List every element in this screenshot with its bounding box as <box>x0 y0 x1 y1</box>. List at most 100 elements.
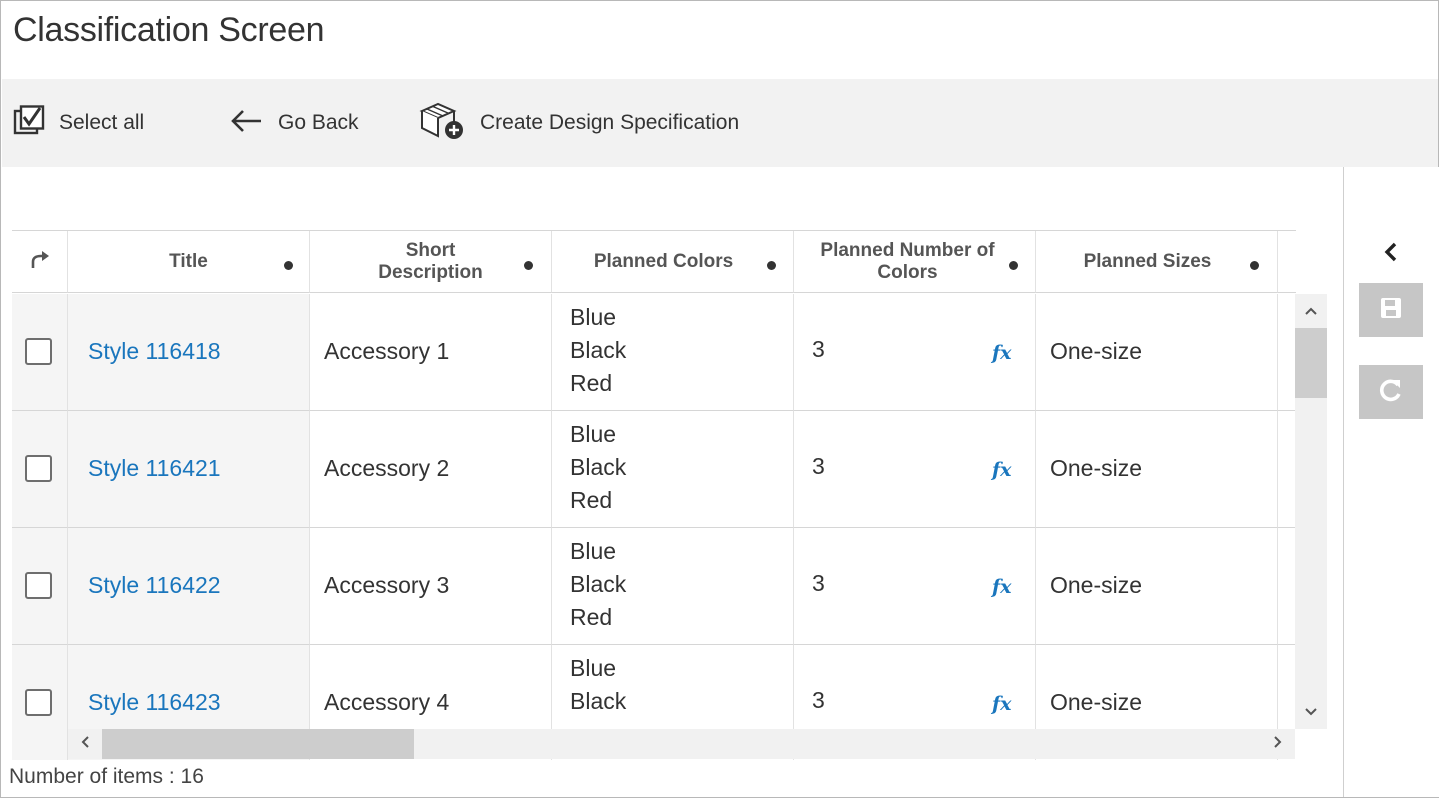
planned-sizes-cell[interactable]: One-size <box>1036 411 1278 528</box>
column-menu-dot-icon[interactable] <box>284 261 293 270</box>
style-link[interactable]: Style 116423 <box>88 689 221 716</box>
planned-number-of-colors-cell[interactable]: 3 fx <box>794 294 1036 411</box>
collapse-panel-button[interactable] <box>1376 239 1406 269</box>
title-cell: Style 116418 <box>68 294 310 411</box>
classification-screen-window: Classification Screen Select all Go Back <box>0 0 1439 798</box>
scroll-right-button[interactable] <box>1261 729 1295 759</box>
arrow-left-icon <box>230 108 264 139</box>
go-back-button[interactable]: Go Back <box>230 79 359 167</box>
horizontal-scroll-thumb[interactable] <box>102 729 414 759</box>
row-checkbox[interactable] <box>25 689 52 716</box>
column-header-planned-colors-label: Planned Colors <box>593 250 734 272</box>
column-menu-dot-icon[interactable] <box>1250 261 1259 270</box>
planned-sizes-value: One-size <box>1050 338 1143 364</box>
vertical-scrollbar[interactable] <box>1295 294 1327 729</box>
row-filler <box>1278 411 1296 528</box>
planned-number-of-colors-cell[interactable]: 3 fx <box>794 411 1036 528</box>
create-design-specification-button[interactable]: Create Design Specification <box>418 79 739 167</box>
scroll-down-button[interactable] <box>1295 695 1327 729</box>
row-select-cell <box>12 528 68 645</box>
short-description-cell[interactable]: Accessory 3 <box>310 528 552 645</box>
short-description-text: Accessory 3 <box>324 572 450 598</box>
style-link[interactable]: Style 116418 <box>88 338 221 365</box>
page-title: Classification Screen <box>13 11 325 49</box>
column-header-planned-number-of-colors-label: Planned Number of Colors <box>820 239 995 283</box>
column-header-short-description[interactable]: Short Description <box>310 231 552 293</box>
column-header-filler <box>1278 231 1296 293</box>
row-checkbox[interactable] <box>25 572 52 599</box>
chevron-right-icon <box>1274 735 1282 753</box>
style-link[interactable]: Style 116422 <box>88 572 221 599</box>
short-description-text: Accessory 1 <box>324 338 450 364</box>
refresh-button[interactable] <box>1359 365 1423 419</box>
column-header-short-description-label: Short Description <box>378 239 483 283</box>
row-select-cell <box>12 645 68 760</box>
column-menu-dot-icon[interactable] <box>524 261 533 270</box>
planned-colors-cell[interactable]: Blue Black Red <box>552 528 794 645</box>
column-menu-dot-icon[interactable] <box>767 261 776 270</box>
row-filler <box>1278 294 1296 411</box>
floppy-disk-icon <box>1380 297 1402 324</box>
formula-fx-icon[interactable]: fx <box>992 576 1012 598</box>
color-value: Black <box>570 454 627 480</box>
color-value: Red <box>570 487 613 513</box>
color-value: Blue <box>570 655 617 681</box>
planned-colors-list: Blue Black Red <box>570 301 626 400</box>
row-select-cell <box>12 294 68 411</box>
planned-colors-list: Blue Black Red <box>570 418 626 517</box>
chevron-left-icon <box>81 735 89 753</box>
column-header-actions[interactable] <box>12 231 68 293</box>
planned-number-of-colors-value: 3 <box>812 336 825 362</box>
style-link[interactable]: Style 116421 <box>88 455 221 482</box>
short-description-cell[interactable]: Accessory 2 <box>310 411 552 528</box>
save-button[interactable] <box>1359 283 1423 337</box>
row-checkbox[interactable] <box>25 338 52 365</box>
select-all-button[interactable]: Select all <box>13 79 144 167</box>
column-header-planned-number-of-colors[interactable]: Planned Number of Colors <box>794 231 1036 293</box>
planned-colors-cell[interactable]: Blue Black Red <box>552 294 794 411</box>
planned-number-of-colors-cell[interactable]: 3 fx <box>794 528 1036 645</box>
column-menu-dot-icon[interactable] <box>1009 261 1018 270</box>
column-header-title[interactable]: Title <box>68 231 310 293</box>
color-value: Black <box>570 337 627 363</box>
short-description-cell[interactable]: Accessory 1 <box>310 294 552 411</box>
color-value: Blue <box>570 304 617 330</box>
column-header-planned-colors[interactable]: Planned Colors <box>552 231 794 293</box>
title-cell: Style 116422 <box>68 528 310 645</box>
vertical-scroll-thumb[interactable] <box>1295 328 1327 398</box>
planned-colors-list: Blue Black Red <box>570 535 626 634</box>
color-value: Red <box>570 604 613 630</box>
short-description-text: Accessory 2 <box>324 455 450 481</box>
row-select-cell <box>12 411 68 528</box>
box-plus-icon <box>418 101 466 146</box>
color-value: Red <box>570 370 613 396</box>
title-cell: Style 116421 <box>68 411 310 528</box>
chevron-left-icon <box>1384 242 1398 267</box>
planned-sizes-value: One-size <box>1050 455 1143 481</box>
planned-colors-list: Blue Black <box>570 652 626 718</box>
color-value: Blue <box>570 421 617 447</box>
formula-fx-icon[interactable]: fx <box>992 693 1012 715</box>
formula-fx-icon[interactable]: fx <box>992 342 1012 364</box>
planned-colors-cell[interactable]: Blue Black Red <box>552 411 794 528</box>
scroll-left-button[interactable] <box>68 729 102 759</box>
planned-sizes-value: One-size <box>1050 689 1143 715</box>
row-checkbox[interactable] <box>25 455 52 482</box>
formula-fx-icon[interactable]: fx <box>992 459 1012 481</box>
redo-arrow-icon[interactable] <box>29 248 51 275</box>
column-header-planned-sizes-label: Planned Sizes <box>1083 250 1212 272</box>
planned-sizes-cell[interactable]: One-size <box>1036 294 1278 411</box>
checkbox-check-icon <box>13 104 45 142</box>
classification-grid: Title Short Description Planned Colors P… <box>12 230 1328 760</box>
select-all-label: Select all <box>59 111 145 134</box>
planned-sizes-cell[interactable]: One-size <box>1036 528 1278 645</box>
horizontal-scrollbar[interactable] <box>68 729 1295 759</box>
column-header-title-label: Title <box>169 250 208 272</box>
go-back-label: Go Back <box>278 111 359 134</box>
chevron-down-icon <box>1305 703 1317 721</box>
toolbar: Select all Go Back Create Design Specifi… <box>2 79 1438 167</box>
refresh-icon <box>1378 377 1404 408</box>
item-count: Number of items : 16 <box>9 765 204 788</box>
column-header-planned-sizes[interactable]: Planned Sizes <box>1036 231 1278 293</box>
scroll-up-button[interactable] <box>1295 294 1327 328</box>
